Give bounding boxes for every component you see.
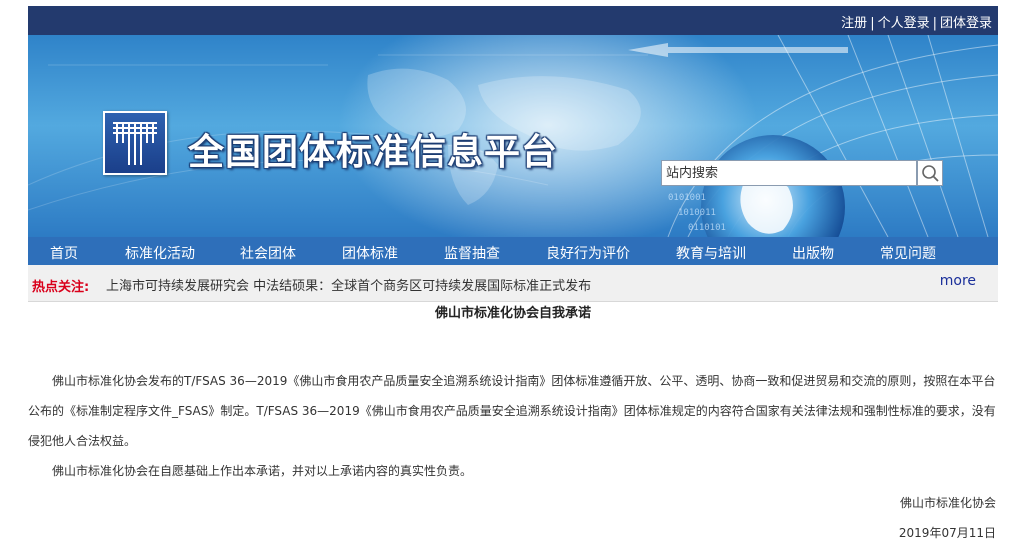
nav-item-publications[interactable]: 出版物 [792, 243, 834, 263]
link-separator: | [870, 16, 875, 31]
main-nav: 首页 标准化活动 社会团体 团体标准 监督抽查 良好行为评价 教育与培训 出版物… [28, 237, 998, 265]
signature: 佛山市标准化协会 [899, 496, 996, 510]
nav-item-group-standards[interactable]: 团体标准 [342, 243, 398, 263]
more-link[interactable]: more [940, 273, 976, 289]
search-button[interactable] [917, 160, 943, 186]
page-container: 注册 | 个人登录 | 团体登录 0101001 1010011 0110101… [28, 6, 998, 302]
article-body: 佛山市标准化协会发布的T/FSAS 36—2019《佛山市食用农产品质量安全追溯… [28, 366, 998, 486]
article-title: 佛山市标准化协会自我承诺 [434, 306, 591, 321]
nav-item-supervision[interactable]: 监督抽查 [444, 243, 500, 263]
logo-mark [113, 122, 157, 165]
hot-news-bar: 热点关注: 上海市可持续发展研究会 中法结硕果：全球首个商务区可持续发展国际标准… [28, 265, 998, 302]
nav-item-standardization-activities[interactable]: 标准化活动 [125, 243, 195, 263]
group-login-link[interactable]: 团体登录 [940, 16, 992, 31]
nav-item-good-conduct[interactable]: 良好行为评价 [546, 243, 630, 263]
article-paragraph: 佛山市标准化协会发布的T/FSAS 36—2019《佛山市食用农产品质量安全追溯… [28, 374, 996, 448]
site-search [661, 160, 943, 186]
search-icon [922, 165, 939, 182]
link-separator: | [932, 16, 937, 31]
top-bar: 注册 | 个人登录 | 团体登录 [28, 6, 998, 35]
article-paragraph: 佛山市标准化协会在自愿基础上作出本承诺，并对以上承诺内容的真实性负责。 [52, 464, 473, 478]
svg-text:0110101: 0110101 [688, 223, 726, 233]
site-title: 全国团体标准信息平台 [188, 132, 559, 173]
register-link[interactable]: 注册 [841, 16, 867, 31]
nav-item-social-groups[interactable]: 社会团体 [240, 243, 296, 263]
nav-item-education[interactable]: 教育与培训 [676, 243, 746, 263]
nav-item-home[interactable]: 首页 [50, 243, 78, 263]
svg-text:1010011: 1010011 [678, 208, 716, 218]
search-input[interactable] [661, 160, 917, 186]
platform-logo-icon [103, 111, 167, 175]
personal-login-link[interactable]: 个人登录 [878, 16, 930, 31]
hot-news-label: 热点关注: [32, 280, 90, 295]
signature-date: 2019年07月11日 [898, 526, 996, 540]
account-links: 注册 | 个人登录 | 团体登录 [841, 12, 992, 31]
nav-item-faq[interactable]: 常见问题 [880, 243, 936, 263]
banner: 0101001 1010011 0110101 全国团体标准信息平台 站内搜索 [28, 35, 998, 237]
svg-text:0101001: 0101001 [668, 193, 706, 203]
hot-news-headline[interactable]: 上海市可持续发展研究会 中法结硕果：全球首个商务区可持续发展国际标准正式发布 [106, 275, 591, 294]
nav-list: 首页 标准化活动 社会团体 团体标准 监督抽查 良好行为评价 教育与培训 出版物… [28, 237, 998, 265]
